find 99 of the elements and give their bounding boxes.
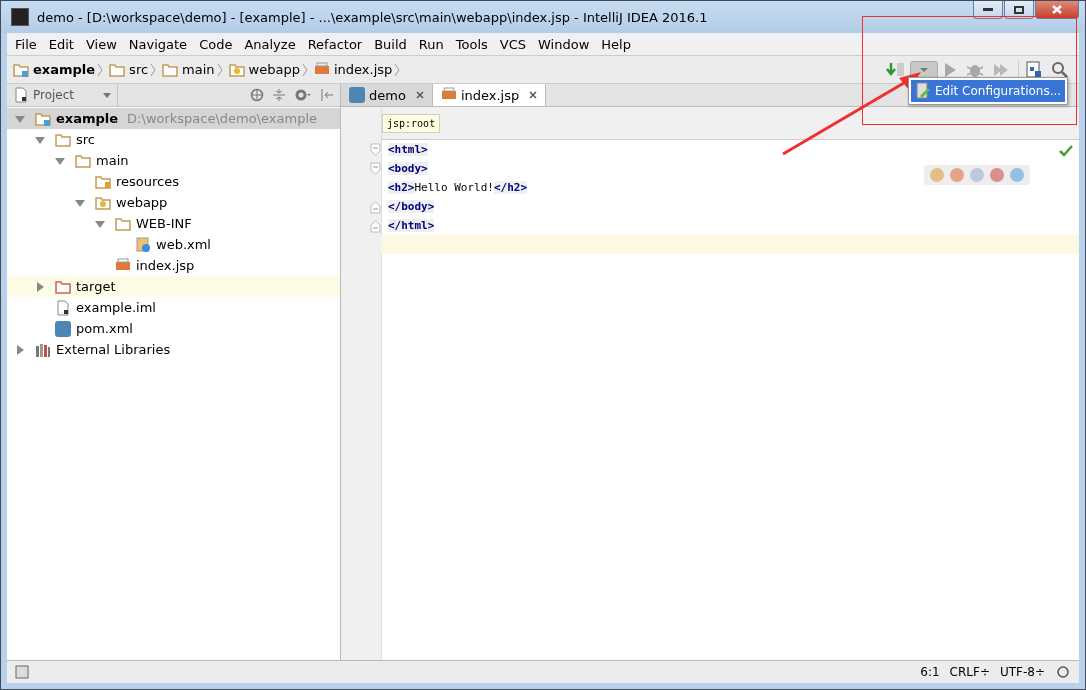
edit-icon (915, 82, 931, 100)
folder-icon (55, 278, 71, 295)
editor-breadcrumb[interactable]: jsp:root (382, 113, 441, 133)
hide-panel-icon[interactable] (320, 88, 334, 102)
run-icon[interactable] (942, 61, 958, 78)
code-tag: <h2> (388, 181, 415, 194)
file-icon (13, 87, 29, 103)
file-icon (135, 236, 151, 253)
expander-icon (15, 113, 25, 124)
breadcrumb[interactable]: index.jsp (313, 61, 393, 78)
folder-icon (13, 61, 29, 78)
status-item[interactable]: UTF-8÷ (999, 665, 1045, 679)
status-item[interactable]: 6:1 (920, 665, 940, 679)
expander-icon (95, 218, 105, 229)
window-title: demo - [D:\workspace\demo] - [example] - ...\example\src\main\webapp\index.jsp - IntelliJ IDEA 2016.1 (37, 9, 709, 25)
expander-icon (55, 155, 65, 166)
status-item[interactable]: CRLF÷ (949, 665, 990, 679)
menu-item[interactable]: Analyze (238, 36, 302, 52)
folder-icon (75, 152, 91, 169)
maven-icon (349, 87, 365, 103)
close-button[interactable] (1035, 1, 1079, 19)
chevron-icon (216, 62, 223, 77)
editor-tab[interactable]: demo (341, 84, 433, 106)
folder-icon (55, 131, 71, 148)
chevron-icon (150, 62, 157, 77)
tree-item[interactable]: target (7, 276, 340, 297)
expander-icon (75, 197, 85, 208)
folder-icon (95, 173, 111, 190)
fold-marker-icon[interactable] (370, 161, 381, 176)
code-tag: <body> (388, 162, 428, 175)
menu-item[interactable]: Edit (42, 36, 80, 52)
tree-item[interactable]: WEB-INF (7, 213, 340, 234)
tree-item[interactable]: External Libraries (7, 339, 340, 360)
folder-icon (228, 61, 245, 78)
tree-item[interactable]: web.xml (7, 234, 340, 255)
close-icon (1052, 5, 1062, 14)
breadcrumb[interactable]: src (109, 61, 149, 78)
menu-item[interactable]: Run (412, 36, 450, 52)
app-logo-icon (11, 8, 29, 26)
binary-download-icon[interactable] (886, 60, 906, 79)
books-icon (35, 341, 51, 358)
expander-icon (35, 281, 45, 292)
caret-icon (919, 66, 929, 73)
maximize-icon (1014, 5, 1024, 14)
maximize-button[interactable] (1004, 1, 1034, 19)
tree-item[interactable]: pom.xml (7, 318, 340, 339)
menu-item[interactable]: Tools (449, 36, 494, 52)
tree-item[interactable]: webapp (7, 192, 340, 213)
code-text: Hello World! (414, 181, 494, 194)
tree-item[interactable]: index.jsp (7, 255, 340, 276)
expander-icon (35, 134, 45, 145)
menu-item[interactable]: View (79, 36, 123, 52)
chevron-icon (301, 62, 308, 77)
tree-item[interactable]: main (7, 150, 340, 171)
code-tag: <html> (388, 143, 428, 156)
menu-item[interactable]: Window (532, 36, 596, 52)
tree-item[interactable]: example.iml (7, 297, 340, 318)
maven-icon (55, 320, 71, 337)
chevron-icon (394, 62, 401, 77)
menu-item[interactable]: Help (595, 36, 637, 52)
folder-icon (95, 194, 111, 211)
search-icon[interactable] (1051, 60, 1069, 79)
fold-marker-icon[interactable] (370, 218, 381, 233)
minimize-button[interactable] (973, 1, 1003, 19)
minimize-icon (983, 7, 993, 12)
menu-item[interactable]: Navigate (122, 36, 194, 52)
tree-item[interactable]: resources (7, 171, 340, 192)
folder-icon (162, 61, 179, 78)
chevron-icon (97, 62, 104, 77)
expander-icon (15, 344, 25, 355)
panel-toggle-icon[interactable] (15, 665, 29, 679)
run-configuration-dropdown[interactable] (910, 60, 938, 79)
menu-item[interactable]: Code (193, 36, 239, 52)
code-tag: </body> (388, 200, 435, 213)
code-tag: </html> (388, 219, 435, 232)
fold-marker-icon[interactable] (370, 199, 381, 214)
check-icon (1059, 145, 1073, 157)
close-icon[interactable] (415, 91, 424, 99)
close-icon[interactable] (529, 91, 538, 99)
tree-item[interactable]: src (7, 129, 340, 150)
collapse-icon[interactable] (272, 88, 286, 102)
tree-item[interactable]: example D:\workspace\demo\example (7, 108, 340, 129)
breadcrumb[interactable]: webapp (228, 61, 300, 78)
menu-item[interactable]: File (9, 36, 43, 52)
fold-marker-icon[interactable] (370, 142, 381, 157)
settings-icon[interactable] (294, 88, 312, 102)
menu-item[interactable]: Refactor (301, 36, 369, 52)
folder-icon (35, 110, 51, 127)
breadcrumb[interactable]: example (13, 61, 96, 78)
target-icon[interactable] (250, 88, 264, 102)
code-tag: </h2> (494, 181, 528, 194)
folder-icon (115, 215, 131, 232)
folder-icon (109, 61, 126, 78)
menu-item[interactable]: VCS (493, 36, 533, 52)
breadcrumb[interactable]: main (162, 61, 215, 78)
menu-item[interactable]: Build (368, 36, 413, 52)
file-icon (55, 299, 71, 316)
menu-item[interactable]: Edit Configurations... (911, 80, 1066, 102)
editor-tab[interactable]: index.jsp (432, 84, 547, 106)
